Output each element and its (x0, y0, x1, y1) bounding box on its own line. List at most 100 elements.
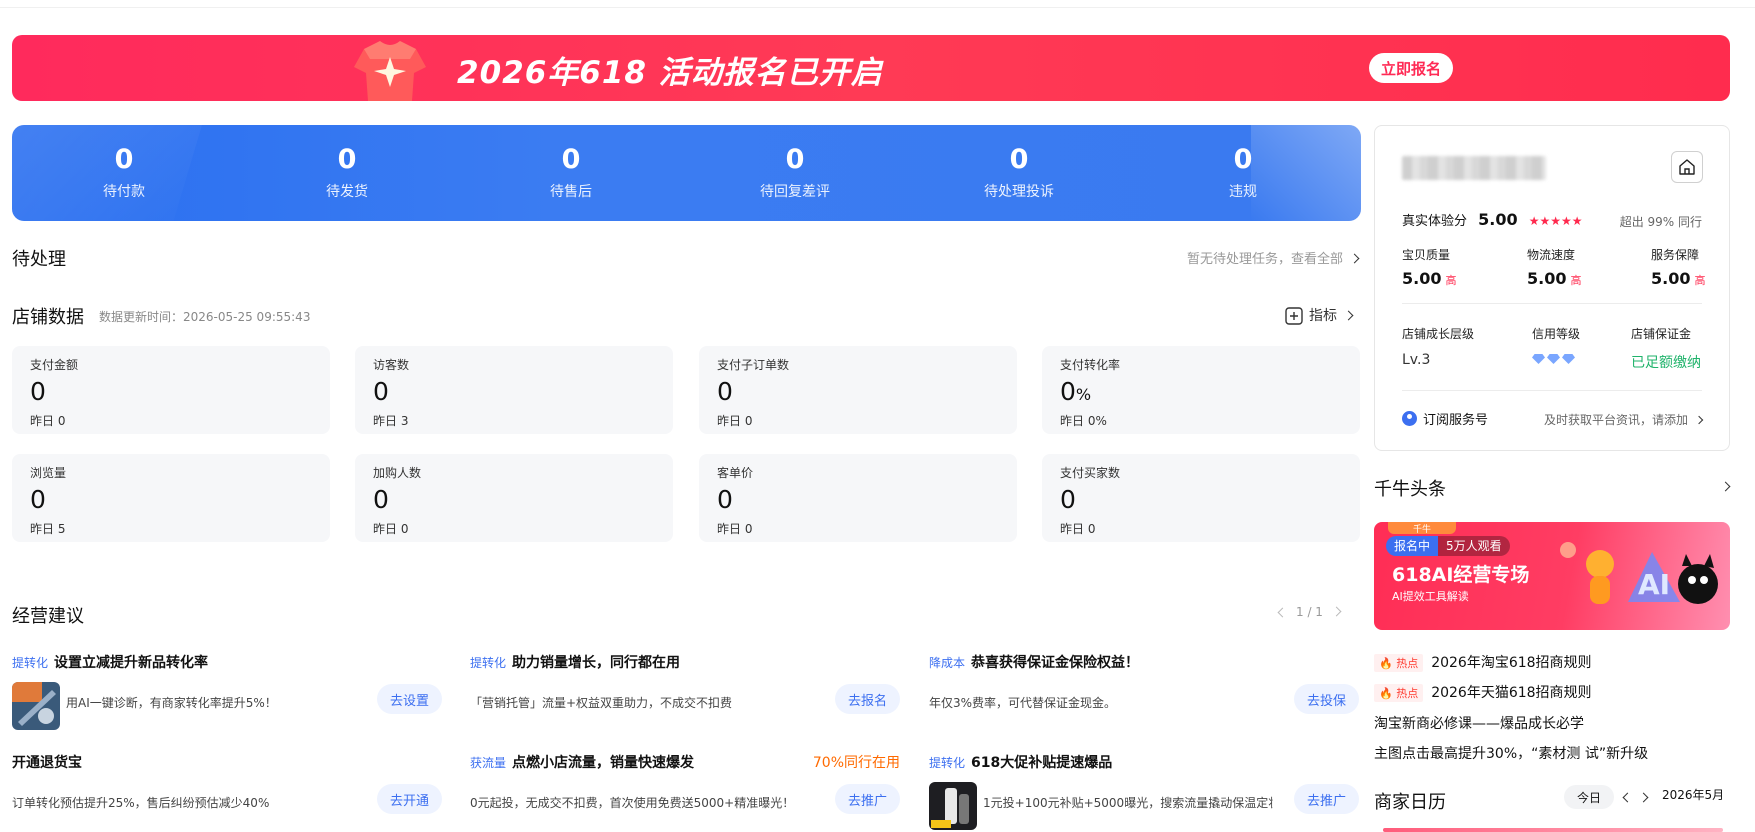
stat-value: 0 (561, 144, 581, 175)
advice-tag: 降成本 (929, 656, 966, 670)
pending-title: 待处理 (12, 249, 66, 270)
metric-card[interactable]: 访客数 0 昨日 3 (355, 346, 673, 434)
stat-label: 待付款 (103, 184, 145, 200)
chevron-right-icon (1349, 253, 1360, 264)
metric-yesterday: 昨日 0% (1060, 414, 1107, 428)
stat-pending-payment[interactable]: 0 待付款 (64, 145, 184, 201)
stat-label: 待回复差评 (760, 184, 830, 200)
plus-square-icon (1285, 307, 1303, 325)
advice-pager: 1 / 1 (1277, 605, 1342, 619)
metric-yesterday: 昨日 0 (1060, 522, 1096, 536)
calendar-strip (1383, 828, 1723, 832)
advice-item: 提转化 设置立减提升新品转化率 用AI一键诊断，有商家转化率提升5%！ 去设置 (12, 652, 442, 742)
stat-value: 0 (1009, 144, 1029, 175)
shop-data-title: 店铺数据 (12, 307, 84, 328)
stat-pending-aftersale[interactable]: 0 待售后 (511, 145, 631, 201)
subscribe-service-row[interactable]: 订阅服务号 及时获取平台资讯，请添加 (1402, 408, 1704, 430)
today-button[interactable]: 今日 (1564, 785, 1614, 809)
metric-card[interactable]: 支付金额 0 昨日 0 (12, 346, 330, 434)
metric-card[interactable]: 支付子订单数 0 昨日 0 (699, 346, 1017, 434)
advice-item: 降成本 恭喜获得保证金保险权益！ 年仅3%费率，可代替保证金现金。 去投保 (929, 652, 1359, 742)
advice-desc: 「营销托管」流量+权益双重助力，不成交不扣费 (470, 696, 733, 710)
metric-value: 0 (30, 377, 46, 406)
metric-label: 浏览量 (30, 466, 67, 480)
stat-pending-complaint[interactable]: 0 待处理投诉 (959, 145, 1079, 201)
metric-label: 支付子订单数 (717, 358, 790, 372)
advice-item: 提转化 618大促补贴提速爆品 1元投+100元补贴+5000曝光，搜索流量撬动保… (929, 752, 1359, 832)
home-icon (1679, 159, 1695, 175)
advice-action-button[interactable]: 去投保 (1293, 684, 1359, 714)
advice-title-text: 点燃小店流量，销量快速爆发 (512, 755, 695, 771)
advice-desc: 1元投+100元补贴+5000曝光，搜索流量撬动保温定妆喷雾 (983, 796, 1273, 810)
prev-page-icon[interactable] (1277, 607, 1288, 618)
sub-score-service: 服务保障 5.00 高 (1651, 248, 1706, 288)
mascot-illustration-icon: AI (1560, 542, 1718, 604)
metric-yesterday: 昨日 5 (30, 522, 66, 536)
activity-banner[interactable]: 2026年618 活动报名已开启 立即报名 (12, 35, 1730, 101)
headline-item[interactable]: 主图点击最高提升30%，“素材测 试”新升级 (1374, 743, 1648, 763)
advice-tag: 提转化 (12, 656, 49, 670)
advice-action-button[interactable]: 去开通 (376, 784, 442, 814)
tshirt-star-icon (354, 41, 426, 101)
metric-card[interactable]: 加购人数 0 昨日 0 (355, 454, 673, 542)
advice-tag: 提转化 (929, 756, 966, 770)
view-all-pending-label: 暂无待处理任务，查看全部 (1186, 252, 1343, 267)
next-page-icon[interactable] (1331, 606, 1342, 617)
headline-item[interactable]: 淘宝新商必修课——爆品成长必学 (1374, 713, 1584, 733)
stat-value: 0 (337, 144, 357, 175)
headline-item[interactable]: 🔥 热点 2026年天猫618招商规则 (1374, 682, 1592, 702)
stat-value: 0 (114, 144, 134, 175)
metric-card[interactable]: 支付转化率 0% 昨日 0% (1042, 346, 1360, 434)
metric-card[interactable]: 浏览量 0 昨日 5 (12, 454, 330, 542)
shop-deposit[interactable]: 店铺保证金 已足额缴纳 (1631, 325, 1721, 372)
chevron-right-icon (1694, 415, 1704, 424)
headline-banner[interactable]: 千牛 报名中 5万人观看 618AI经营专场 AI提效工具解读 AI (1374, 522, 1730, 630)
diamond-icon (1532, 354, 1575, 364)
stat-value: 0 (785, 144, 805, 175)
stat-pending-shipment[interactable]: 0 待发货 (287, 145, 407, 201)
metric-yesterday: 昨日 0 (373, 522, 409, 536)
advice-usage-note: 70%同行在用 (812, 755, 900, 771)
advice-title-text: 恭喜获得保证金保险权益！ (971, 655, 1140, 671)
shop-home-button[interactable] (1671, 151, 1703, 183)
credit-level[interactable]: 信用等级 (1532, 325, 1642, 368)
advice-item: 提转化 助力销量增长，同行都在用 「营销托管」流量+权益双重助力，不成交不扣费 去… (470, 652, 900, 742)
order-stats-bar: 0 待付款 0 待发货 0 待售后 0 待回复差评 0 待处理投诉 0 违规 (12, 125, 1361, 221)
metric-label: 访客数 (373, 358, 410, 372)
card-divider (1402, 390, 1702, 391)
metric-value: 0 (30, 485, 46, 514)
subscribe-label: 订阅服务号 (1423, 413, 1489, 428)
advice-action-button[interactable]: 去推广 (834, 784, 900, 814)
metric-yesterday: 昨日 0 (717, 522, 753, 536)
metric-value: 0% (1060, 377, 1092, 406)
stat-violation[interactable]: 0 违规 (1183, 145, 1303, 201)
headline-item[interactable]: 🔥 热点 2026年淘宝618招商规则 (1374, 652, 1592, 672)
stat-pending-bad-review[interactable]: 0 待回复差评 (735, 145, 855, 201)
next-month-icon[interactable] (1638, 792, 1649, 803)
indicator-button[interactable]: 指标 (1285, 305, 1354, 325)
calendar-title: 商家日历 (1374, 792, 1446, 813)
stat-label: 待售后 (550, 184, 592, 200)
view-all-pending-link[interactable]: 暂无待处理任务，查看全部 (1186, 248, 1360, 267)
growth-level[interactable]: 店铺成长层级 Lv.3 (1402, 325, 1512, 368)
advice-title-text: 开通退货宝 (12, 755, 82, 771)
metric-value: 0 (373, 485, 389, 514)
shop-info-card: 真实体验分 5.00 ★★★★★ 超出 99% 同行 宝贝质量 5.00 高 物流… (1374, 125, 1730, 451)
prev-month-icon[interactable] (1622, 792, 1633, 803)
sub-score-logistics: 物流速度 5.00 高 (1527, 248, 1582, 288)
advice-action-button[interactable]: 去设置 (376, 684, 442, 714)
signup-button[interactable]: 立即报名 (1369, 53, 1453, 83)
metric-value: 0 (717, 377, 733, 406)
advice-item: 获流量 点燃小店流量，销量快速爆发 70%同行在用 0元起投，无成交不扣费，首次使… (470, 752, 900, 832)
metric-card[interactable]: 客单价 0 昨日 0 (699, 454, 1017, 542)
chevron-right-icon[interactable] (1720, 481, 1731, 492)
headlines-title: 千牛头条 (1374, 479, 1446, 500)
advice-action-button[interactable]: 去报名 (834, 684, 900, 714)
subscribe-hint: 及时获取平台资讯，请添加 (1544, 411, 1704, 428)
metric-card[interactable]: 支付买家数 0 昨日 0 (1042, 454, 1360, 542)
banner-title: 2026年618 活动报名已开启 (457, 55, 883, 91)
experience-label: 真实体验分 (1402, 214, 1468, 229)
metric-label: 支付转化率 (1060, 358, 1121, 372)
advice-action-button[interactable]: 去推广 (1293, 784, 1359, 814)
experience-score-row: 真实体验分 5.00 ★★★★★ 超出 99% 同行 (1402, 210, 1702, 232)
